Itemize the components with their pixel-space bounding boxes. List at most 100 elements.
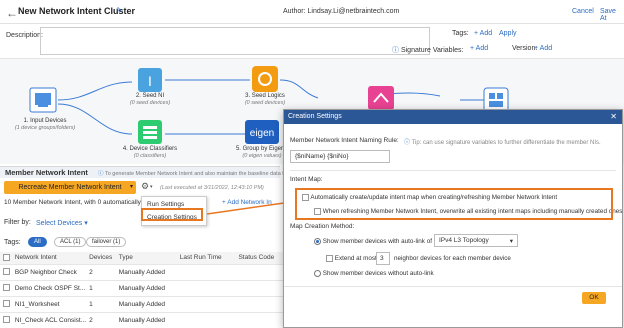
recreate-member-ni-button[interactable]: Recreate Member Network Intent [4, 181, 136, 194]
extend-option[interactable]: Extend at most [326, 255, 377, 262]
show-without-autolink-option[interactable]: Show member devices without auto-link [314, 270, 434, 277]
seed-ni-node-icon: I [138, 68, 162, 92]
eigen-node-icon: eigen [245, 120, 279, 144]
show-without-autolink-radio[interactable] [314, 270, 321, 277]
table-cell [235, 264, 290, 281]
table-row[interactable]: NI_Check ACL Consist... 2 Manually Added [0, 312, 290, 328]
svg-text:eigen: eigen [250, 128, 274, 139]
save-link[interactable]: Save At [600, 8, 624, 22]
tag-chip-failover[interactable]: failover (1) [86, 237, 127, 247]
map-creation-method-label: Map Creation Method: [290, 223, 355, 230]
node-label: 1. Input Devices [23, 118, 67, 124]
table-cell [235, 312, 290, 328]
menu-item-run-settings[interactable]: Run Settings [147, 201, 184, 208]
tags-label: Tags: [452, 30, 469, 37]
filter-label: Filter by: [4, 219, 31, 226]
naming-rule-tip: ⓘ Tip: can use signature variables to fu… [404, 140, 601, 146]
tag-chip-all[interactable]: All [28, 237, 47, 247]
gear-icon[interactable]: ⚙ [141, 181, 149, 192]
row-checkbox[interactable] [3, 316, 10, 324]
table-cell: 2 [86, 264, 116, 281]
creation-settings-highlight [141, 208, 203, 221]
table-cell [235, 280, 290, 297]
row-checkbox[interactable] [3, 284, 10, 292]
table-cell [176, 280, 236, 297]
table-cell: 1 [86, 296, 116, 313]
member-ni-title: Member Network Intent [5, 168, 88, 177]
back-arrow-icon[interactable]: ← [6, 6, 18, 20]
edit-pencil-icon[interactable]: ✎ [116, 6, 123, 15]
intent-map-highlight [295, 188, 613, 220]
node-label: 3. Seed Logics [245, 93, 285, 99]
table-cell [176, 264, 236, 281]
naming-rule-input[interactable]: {$niName} {$niNo} [290, 150, 390, 163]
signature-variables-add-link[interactable]: + Add [470, 45, 488, 52]
member-ni-summary: 10 Member Network Intent, with 0 automat… [4, 199, 154, 206]
naming-rule-label: Member Network Intent Naming Rule: [290, 137, 399, 144]
show-with-autolink-radio[interactable] [314, 238, 321, 245]
version-add-link[interactable]: + Add [534, 45, 552, 52]
table-cell [176, 312, 236, 328]
apply-link[interactable]: Apply [483, 30, 517, 37]
gear-caret-icon[interactable]: ▾ [150, 184, 153, 190]
extend-count-input[interactable]: 3 [376, 252, 390, 265]
table-cell [235, 296, 290, 313]
signature-variables-label: ⓘ Signature Variables: [392, 47, 464, 54]
divider [284, 286, 622, 287]
tag-chip-acl[interactable]: ACL (1) [54, 237, 87, 247]
show-with-autolink-label: Show member devices with auto-link of [322, 238, 432, 246]
dialog-title: Creation Settings [284, 110, 622, 124]
extend-label: Extend at most [334, 255, 377, 263]
last-executed-text: (Last executed at 3/11/2022, 12:43:10 PM… [160, 185, 264, 191]
column-header[interactable]: Type [115, 252, 177, 265]
table-row[interactable]: Demo Check OSPF St... 1 Manually Added [0, 280, 290, 297]
member-ni-node-icon [368, 86, 394, 110]
table-cell: Manually Added [115, 280, 177, 297]
table-cell: BGP Neighbor Check [11, 264, 87, 281]
row-checkbox[interactable] [3, 268, 10, 276]
cancel-link[interactable]: Cancel [572, 8, 594, 15]
table-header-row: Network Intent Devices Type Last Run Tim… [0, 252, 290, 265]
description-label: Description: [6, 32, 43, 39]
table-cell: Manually Added [115, 296, 177, 313]
table-cell: 1 [86, 280, 116, 297]
neighbor-text: neighbor devices for each member device [394, 255, 511, 262]
extend-checkbox[interactable] [326, 255, 333, 262]
node-label: 4. Device Classifiers [122, 146, 178, 152]
table-cell: Manually Added [115, 264, 177, 281]
member-ni-table: Network Intent Devices Type Last Run Tim… [0, 252, 290, 328]
node-label: 2. Seed NI [135, 93, 165, 99]
select-all-checkbox[interactable] [3, 254, 10, 262]
device-classifiers-node-icon [138, 120, 162, 144]
show-with-autolink-option[interactable]: Show member devices with auto-link of [314, 238, 432, 245]
column-header[interactable]: Devices [86, 252, 116, 265]
node-sublabel: (0 classifiers) [133, 153, 167, 159]
description-input[interactable] [40, 27, 430, 55]
column-header[interactable]: Network Intent [11, 252, 87, 265]
ok-button[interactable]: OK [582, 292, 606, 304]
table-row[interactable]: NI1_Worksheet 1 Manually Added [0, 296, 290, 313]
column-header[interactable]: Last Run Time [176, 252, 236, 265]
close-icon[interactable]: ✕ [610, 112, 617, 121]
intent-map-label: Intent Map: [290, 176, 323, 183]
table-cell [176, 296, 236, 313]
tags-filter-label: Tags: [4, 239, 21, 246]
table-cell: NI_Check ACL Consist... [11, 312, 87, 328]
show-without-autolink-label: Show member devices without auto-link [322, 270, 434, 278]
table-cell: Demo Check OSPF St... [11, 280, 87, 297]
node-sublabel: (0 seed devices) [244, 100, 286, 106]
topology-select[interactable]: IPv4 L3 Topology ▾ [434, 234, 518, 247]
table-row[interactable]: BGP Neighbor Check 2 Manually Added [0, 264, 290, 281]
row-checkbox[interactable] [3, 300, 10, 308]
filter-select[interactable]: Select Devices ▾ [36, 219, 88, 227]
node-sublabel: (0 seed devices) [129, 100, 171, 106]
member-ni-info: ⓘ To generate Member Network Intent and … [98, 171, 287, 177]
seed-logics-node-icon [252, 66, 278, 92]
table-cell: Manually Added [115, 312, 177, 328]
table-cell: NI1_Worksheet [11, 296, 87, 313]
input-devices-node-icon [29, 87, 57, 113]
svg-text:I: I [148, 73, 152, 89]
recreate-caret-icon[interactable]: ▾ [130, 181, 140, 194]
column-header[interactable]: Status Code [235, 252, 290, 265]
author-label: Author: Lindsay.Li@netbraintech.com [283, 8, 400, 15]
